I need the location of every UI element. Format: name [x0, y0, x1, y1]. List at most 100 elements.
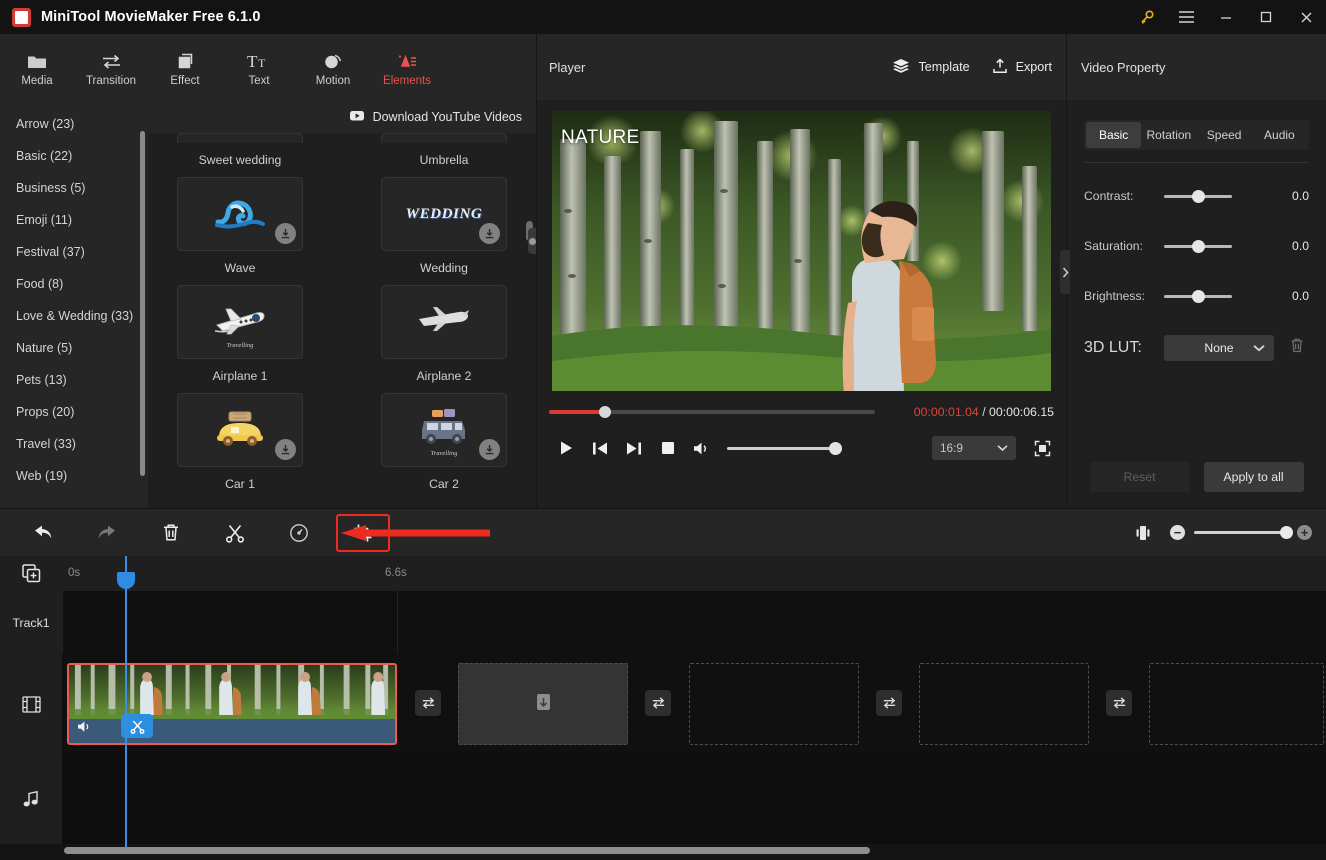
timeline-scrollbar[interactable]	[64, 847, 870, 854]
media-placeholder[interactable]	[689, 663, 859, 745]
element-item-wave[interactable]: Wave	[170, 177, 310, 285]
zoom-out-icon[interactable]: −	[1170, 525, 1185, 540]
template-button[interactable]: Template	[892, 58, 970, 76]
track-body-1[interactable]	[62, 591, 1326, 654]
transition-arrows-icon[interactable]	[415, 690, 441, 716]
sidebar-item-emoji[interactable]: Emoji (11)	[0, 204, 148, 236]
previous-frame-icon[interactable]	[583, 435, 617, 461]
tab-elements[interactable]: Elements	[370, 34, 444, 101]
play-icon[interactable]	[549, 435, 583, 461]
playhead[interactable]	[125, 556, 127, 848]
close-icon[interactable]	[1286, 0, 1326, 34]
download-icon[interactable]	[479, 223, 500, 244]
split-button[interactable]	[208, 516, 262, 550]
element-thumbnail: WEDDING	[381, 177, 507, 251]
seek-bar[interactable]	[549, 406, 875, 418]
download-youtube-videos-button[interactable]: Download YouTube Videos	[349, 110, 522, 124]
element-item-car-1[interactable]: Car 1	[170, 393, 310, 501]
brightness-slider[interactable]	[1164, 289, 1232, 303]
sidebar-item-travel[interactable]: Travel (33)	[0, 428, 148, 460]
grid-cell-partial[interactable]: Umbrella	[374, 133, 514, 177]
sidebar-item-business[interactable]: Business (5)	[0, 172, 148, 204]
reset-button[interactable]: Reset	[1089, 462, 1190, 492]
contrast-handle[interactable]	[1192, 189, 1205, 203]
element-item-wedding[interactable]: WEDDING Wedding	[374, 177, 514, 285]
sidebar-item-basic[interactable]: Basic (22)	[0, 140, 148, 172]
media-placeholder[interactable]	[458, 663, 628, 745]
fullscreen-icon[interactable]	[1030, 436, 1054, 460]
audio-track-body[interactable]	[62, 754, 1326, 844]
redo-button[interactable]	[80, 516, 134, 550]
tab-motion[interactable]: Motion	[296, 34, 370, 101]
volume-handle[interactable]	[829, 441, 842, 455]
sidebar-item-props[interactable]: Props (20)	[0, 396, 148, 428]
maximize-icon[interactable]	[1246, 0, 1286, 34]
volume-slider[interactable]	[727, 441, 842, 455]
video-preview[interactable]: NATURE	[552, 111, 1051, 391]
media-placeholder[interactable]	[1149, 663, 1324, 745]
download-icon[interactable]	[275, 223, 296, 244]
sidebar-item-nature[interactable]: Nature (5)	[0, 332, 148, 364]
saturation-slider[interactable]	[1164, 239, 1232, 253]
sidebar-item-pets[interactable]: Pets (13)	[0, 364, 148, 396]
speed-button[interactable]	[272, 516, 326, 550]
volume-icon[interactable]	[685, 435, 719, 461]
element-item-car-2[interactable]: Travelling Car 2	[374, 393, 514, 501]
grid-cell-partial[interactable]: Sweet wedding	[170, 133, 310, 177]
category-scrollbar[interactable]	[140, 131, 145, 476]
tab-effect[interactable]: Effect	[148, 34, 222, 101]
media-placeholder[interactable]	[919, 663, 1089, 745]
timeline-clip-selected[interactable]	[67, 663, 397, 745]
export-button[interactable]: Export	[992, 57, 1052, 77]
tab-motion-label: Motion	[315, 75, 351, 87]
chevron-down-icon	[997, 441, 1008, 455]
transition-arrows-icon[interactable]	[876, 690, 902, 716]
trash-icon[interactable]	[1290, 338, 1304, 358]
element-item-airplane-2[interactable]: Airplane 2	[374, 285, 514, 393]
apply-to-all-button[interactable]: Apply to all	[1203, 462, 1304, 492]
seek-handle[interactable]	[599, 406, 611, 418]
download-icon[interactable]	[479, 439, 500, 460]
speaker-icon[interactable]	[77, 720, 92, 738]
sidebar-item-festival[interactable]: Festival (37)	[0, 236, 148, 268]
right-panel-collapse-handle[interactable]	[1060, 250, 1070, 294]
contrast-value: 0.0	[1292, 189, 1309, 203]
transition-arrows-icon[interactable]	[1106, 690, 1132, 716]
split-view-icon[interactable]	[1126, 516, 1160, 550]
tab-transition[interactable]: Transition	[74, 34, 148, 101]
tab-media[interactable]: Media	[0, 34, 74, 101]
tab-rotation[interactable]: Rotation	[1141, 122, 1196, 148]
hamburger-menu-icon[interactable]	[1166, 0, 1206, 34]
key-icon[interactable]	[1128, 0, 1166, 34]
saturation-handle[interactable]	[1192, 239, 1205, 253]
delete-button[interactable]	[144, 516, 198, 550]
contrast-slider[interactable]	[1164, 189, 1232, 203]
sidebar-item-web[interactable]: Web (19)	[0, 460, 148, 492]
undo-button[interactable]	[16, 516, 70, 550]
tab-audio[interactable]: Audio	[1252, 122, 1307, 148]
transition-arrows-icon[interactable]	[645, 690, 671, 716]
tab-speed[interactable]: Speed	[1197, 122, 1252, 148]
aspect-ratio-select[interactable]: 16:9	[932, 436, 1016, 460]
video-track-body[interactable]	[62, 654, 1326, 754]
sidebar-item-arrow[interactable]: Arrow (23)	[0, 108, 148, 140]
zoom-handle[interactable]	[1280, 526, 1293, 539]
zoom-slider[interactable]	[1194, 526, 1293, 539]
element-label: Sweet wedding	[198, 153, 282, 167]
timeline-ruler[interactable]: 0s 6.6s	[62, 556, 1326, 591]
stop-icon[interactable]	[651, 435, 685, 461]
tab-text[interactable]: T T Text	[222, 34, 296, 101]
lut-select[interactable]: None	[1164, 335, 1274, 361]
tab-basic[interactable]: Basic	[1086, 122, 1142, 148]
sidebar-item-food[interactable]: Food (8)	[0, 268, 148, 300]
sidebar-item-love-wedding[interactable]: Love & Wedding (33)	[0, 300, 148, 332]
timeline-scrollbar-track[interactable]	[62, 847, 1322, 854]
brightness-handle[interactable]	[1192, 289, 1205, 303]
download-icon[interactable]	[275, 439, 296, 460]
element-item-airplane-1[interactable]: Travelling Airplane 1	[170, 285, 310, 393]
next-frame-icon[interactable]	[617, 435, 651, 461]
left-panel-collapse-handle[interactable]	[528, 228, 536, 254]
zoom-in-icon[interactable]: +	[1297, 525, 1312, 540]
add-media-icon[interactable]	[0, 556, 62, 591]
minimize-icon[interactable]	[1206, 0, 1246, 34]
